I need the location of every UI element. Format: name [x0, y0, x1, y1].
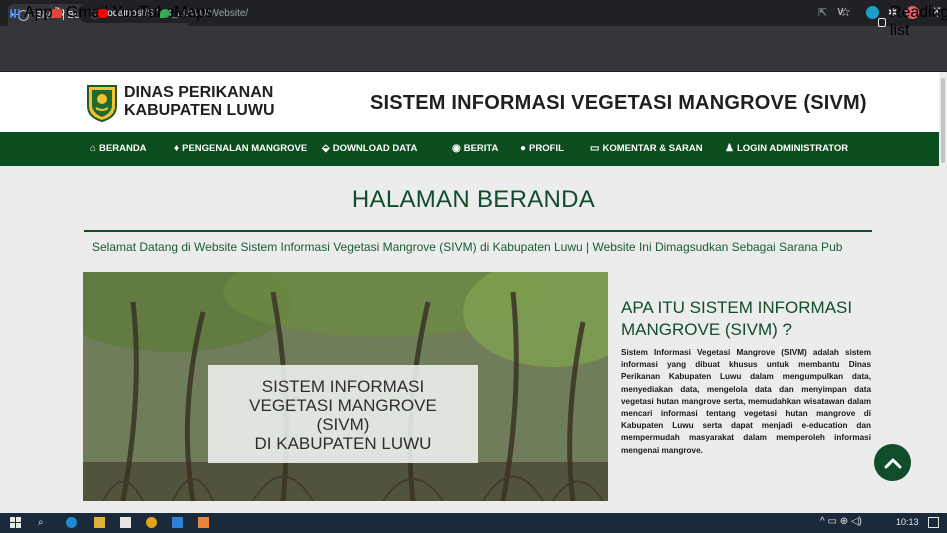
hero-caption-line: DI KABUPATEN LUWU — [254, 434, 432, 453]
org-line-2: KABUPATEN LUWU — [124, 102, 275, 119]
about-heading: APA ITU SISTEM INFORMASI MANGROVE (SIVM)… — [621, 297, 891, 341]
nav-profil[interactable]: ● PROFIL — [520, 143, 564, 154]
youtube-icon — [98, 8, 108, 18]
nav-label: BERANDA — [99, 143, 147, 154]
apps-grid-icon — [10, 8, 20, 18]
scrollbar-thumb[interactable] — [941, 78, 945, 163]
edge-browser-icon[interactable] — [66, 517, 77, 528]
windows-taskbar — [0, 513, 947, 533]
page-title: HALAMAN BERANDA — [351, 186, 596, 213]
nav-label: PROFIL — [529, 143, 564, 154]
nav-berita[interactable]: ◉ BERITA — [452, 143, 498, 154]
gmail-icon — [52, 8, 62, 18]
welcome-marquee: Selamat Datang di Website Sistem Informa… — [92, 240, 843, 254]
org-line-1: DINAS PERIKANAN — [124, 84, 274, 101]
nav-komentar-saran[interactable]: ▭ KOMENTAR & SARAN — [590, 143, 703, 154]
app-taskbar-icon[interactable] — [172, 517, 183, 528]
address-toolbar — [0, 26, 947, 52]
nav-label: PENGENALAN MANGROVE — [182, 143, 308, 154]
maps-pin-icon — [160, 8, 170, 18]
reading-list-button[interactable]: Reading list — [878, 4, 947, 40]
nav-label: DOWNLOAD DATA — [332, 143, 418, 154]
user-icon: ♟ — [725, 143, 734, 154]
organization-name: DINAS PERIKANAN KABUPATEN LUWU — [124, 84, 275, 120]
nav-download-data[interactable]: ⬙ DOWNLOAD DATA — [322, 143, 417, 154]
store-icon[interactable] — [120, 517, 131, 528]
hero-caption-line: SISTEM INFORMASI — [261, 377, 425, 396]
hero-caption-line: VEGETASI MANGROVE — [249, 396, 437, 415]
comment-icon: ▭ — [590, 143, 600, 154]
nav-beranda[interactable]: ⌂ BERANDA — [90, 143, 147, 154]
app-taskbar-icon[interactable] — [198, 517, 209, 528]
nav-label: KOMENTAR & SARAN — [602, 143, 703, 154]
bookmark-star-icon[interactable]: ☆ — [840, 5, 851, 19]
scroll-to-top-button[interactable] — [874, 444, 911, 481]
hero-caption: SISTEM INFORMASI VEGETASI MANGROVE (SIVM… — [208, 365, 478, 463]
file-explorer-icon[interactable] — [94, 517, 105, 528]
about-heading-line: MANGROVE (SIVM) ? — [621, 320, 792, 339]
bookmark-maps[interactable]: Maps — [160, 4, 213, 22]
share-icon[interactable]: ⇱ — [818, 6, 827, 19]
download-icon: ⬙ — [322, 143, 330, 154]
luwu-emblem-logo[interactable] — [86, 84, 118, 122]
search-icon[interactable]: ⌕ — [38, 517, 49, 528]
news-icon: ◉ — [452, 143, 461, 154]
bookmark-label: Maps — [174, 4, 214, 21]
nav-label: BERITA — [463, 143, 499, 154]
about-heading-line: APA ITU SISTEM INFORMASI — [621, 298, 853, 317]
windows-start-icon[interactable] — [10, 517, 21, 528]
about-paragraph: Sistem Informasi Vegetasi Mangrove (SIVM… — [621, 348, 871, 455]
info-icon: ● — [520, 143, 527, 154]
notification-icon[interactable] — [928, 517, 939, 528]
hero-caption-line: (SIVM) — [316, 415, 370, 434]
reading-list-label: Reading list — [889, 4, 947, 39]
nav-login-administrator[interactable]: ♟ LOGIN ADMINISTRATOR — [725, 143, 848, 154]
leaf-icon: ♦ — [174, 143, 180, 154]
nav-pengenalan-mangrove[interactable]: ♦ PENGENALAN MANGROVE — [174, 143, 307, 154]
nav-label: LOGIN ADMINISTRATOR — [736, 143, 849, 154]
system-tray[interactable]: ^ ▭ ⊕ ◁) — [820, 516, 862, 527]
system-title: SISTEM INFORMASI VEGETASI MANGROVE (SIVM… — [370, 92, 867, 114]
home-icon: ⌂ — [90, 143, 97, 154]
title-divider — [84, 230, 872, 232]
chrome-taskbar-icon[interactable] — [146, 517, 157, 528]
chevron-up-icon — [884, 458, 901, 468]
reading-list-icon — [878, 17, 886, 27]
taskbar-clock[interactable]: 10:13 — [896, 517, 919, 527]
bookmarks-bar — [0, 52, 947, 72]
